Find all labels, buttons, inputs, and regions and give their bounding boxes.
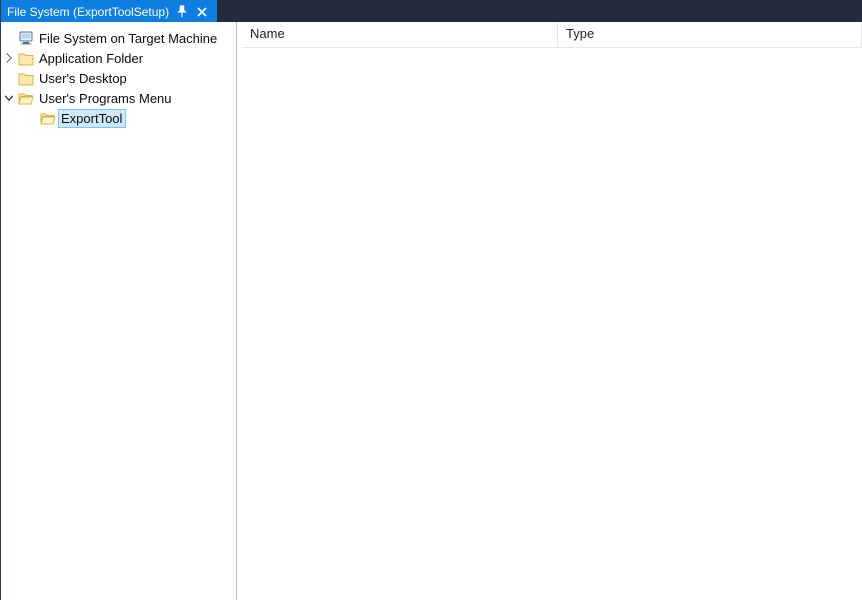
tree-item-label: Application Folder	[37, 50, 146, 67]
pin-icon[interactable]	[175, 5, 189, 19]
tree-root-label: File System on Target Machine	[37, 30, 220, 47]
tree-item-label: User's Desktop	[37, 70, 130, 87]
computer-icon	[17, 30, 35, 46]
column-header-type[interactable]: Type	[558, 22, 862, 47]
column-header-label: Name	[250, 26, 285, 41]
expander-spacer	[23, 110, 39, 126]
expander-spacer	[1, 70, 17, 86]
tree-root[interactable]: File System on Target Machine	[1, 28, 236, 48]
list-header: Name Type	[242, 22, 862, 48]
tree-item-application-folder[interactable]: Application Folder	[1, 48, 236, 68]
document-tab-label: File System (ExportToolSetup)	[7, 5, 169, 19]
titlebar: File System (ExportToolSetup)	[1, 0, 862, 22]
folder-open-icon	[17, 90, 35, 106]
tree-item-label: User's Programs Menu	[37, 90, 175, 107]
tree-item-users-desktop[interactable]: User's Desktop	[1, 68, 236, 88]
close-icon[interactable]	[195, 5, 209, 19]
chevron-down-icon[interactable]	[1, 90, 17, 106]
expander-spacer	[1, 30, 17, 46]
folder-open-icon	[39, 110, 57, 126]
chevron-right-icon[interactable]	[1, 50, 17, 66]
window: File System (ExportToolSetup) File Syste…	[0, 0, 862, 600]
tree-item-users-programs-menu[interactable]: User's Programs Menu	[1, 88, 236, 108]
tree-pane: File System on Target Machine Applicatio…	[1, 22, 237, 600]
tree-item-exporttool[interactable]: ExportTool	[1, 108, 236, 128]
list-body[interactable]	[242, 48, 862, 600]
column-header-label: Type	[566, 26, 594, 41]
document-tab[interactable]: File System (ExportToolSetup)	[1, 0, 217, 22]
folder-tree[interactable]: File System on Target Machine Applicatio…	[1, 28, 236, 128]
column-header-name[interactable]: Name	[242, 22, 558, 47]
folder-icon	[17, 70, 35, 86]
list-pane: Name Type	[242, 22, 862, 600]
body: File System on Target Machine Applicatio…	[1, 22, 862, 600]
tree-item-label: ExportTool	[59, 110, 125, 127]
folder-icon	[17, 50, 35, 66]
